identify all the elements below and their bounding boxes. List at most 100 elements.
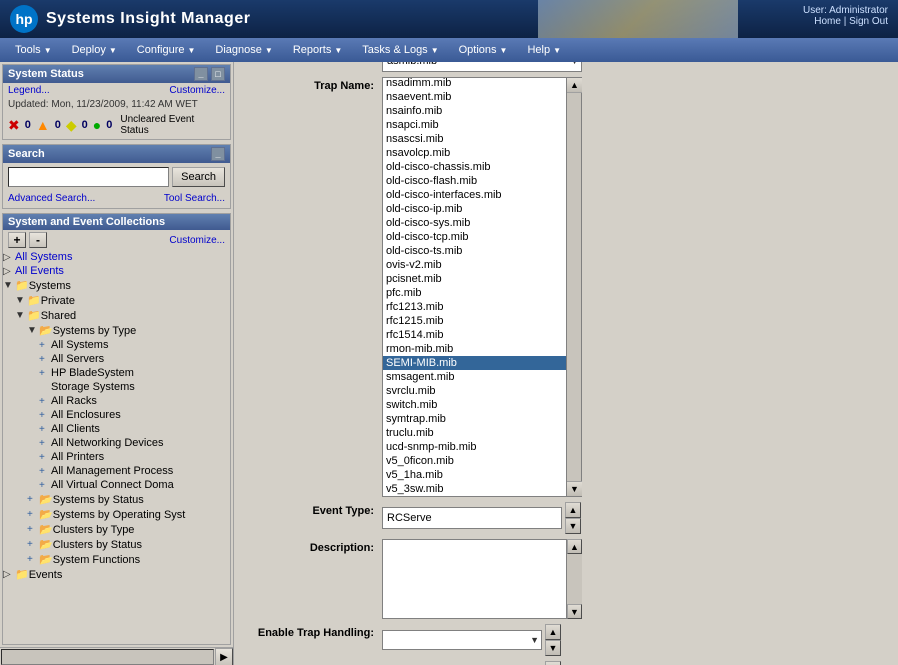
customize-link[interactable]: Customize... [169, 85, 225, 96]
trap-list-item[interactable]: old-cisco-interfaces.mib [383, 188, 566, 202]
tree-item-all-racks[interactable]: + All Racks [39, 394, 230, 408]
trap-scroll-up-btn[interactable]: ▲ [567, 78, 582, 93]
trap-list-item[interactable]: nsavolcp.mib [383, 146, 566, 160]
trap-list-item[interactable]: rfc1215.mib [383, 314, 566, 328]
trap-list-item[interactable]: old-cisco-ts.mib [383, 244, 566, 258]
remove-collection-button[interactable]: - [29, 232, 47, 248]
minimize-icon[interactable]: _ [194, 67, 208, 81]
trap-list-item[interactable]: truclu.mib [383, 426, 566, 440]
system-status-header: System Status _ □ [3, 65, 230, 83]
menu-options[interactable]: Options ▼ [449, 41, 518, 59]
content-area: SNMP Trap Settings Maximize ? View and e… [234, 62, 898, 665]
trap-list-item[interactable]: pfc.mib [383, 286, 566, 300]
tree-item-all-systems-sub[interactable]: + All Systems [39, 338, 230, 352]
menu-diagnose[interactable]: Diagnose ▼ [205, 41, 282, 59]
trap-list-item[interactable]: nsainfo.mib [383, 104, 566, 118]
search-minimize-icon[interactable]: _ [211, 147, 225, 161]
status-updated: Updated: Mon, 11/23/2009, 11:42 AM WET [3, 98, 230, 111]
trap-list-item[interactable]: pcisnet.mib [383, 272, 566, 286]
sign-out-link[interactable]: Sign Out [849, 16, 888, 27]
event-type-scroll-up[interactable]: ▲ [565, 502, 581, 518]
trap-list-item[interactable]: nsascsi.mib [383, 132, 566, 146]
trap-list-item[interactable]: switch.mib [383, 398, 566, 412]
restore-icon[interactable]: □ [211, 67, 225, 81]
tree-item-all-networking[interactable]: + All Networking Devices [39, 436, 230, 450]
tree-scroll-area[interactable]: ▷ All Systems ▷ All Events ▼ 📁 Systems ▼… [3, 250, 230, 644]
tree-item-systems-by-status[interactable]: + 📂 Systems by Status [27, 492, 230, 507]
tree-item-events[interactable]: ▷ 📁 Events [3, 567, 230, 582]
tree-item-all-vc[interactable]: + All Virtual Connect Doma [39, 478, 230, 492]
trap-list-item[interactable]: SEMI-MIB.mib [383, 356, 566, 370]
menu-tools[interactable]: Tools ▼ [5, 41, 62, 59]
enable-trap-scroll-down[interactable]: ▼ [545, 640, 561, 656]
tree-item-all-enclosures[interactable]: + All Enclosures [39, 408, 230, 422]
mib-name-select[interactable]: asmib.mib [382, 62, 582, 72]
trap-list-item[interactable]: nsaevent.mib [383, 90, 566, 104]
all-racks-arrow: + [39, 396, 49, 407]
trap-list-item[interactable]: ucd-snmp-mib.mib [383, 440, 566, 454]
trap-list-item[interactable]: rfc1514.mib [383, 328, 566, 342]
mib-name-select-wrapper: asmib.mib [382, 62, 582, 72]
description-textarea[interactable] [382, 539, 567, 619]
trap-list-item[interactable]: nsadimm.mib [383, 77, 566, 90]
menu-help[interactable]: Help ▼ [517, 41, 571, 59]
tree-item-all-clients[interactable]: + All Clients [39, 422, 230, 436]
tree-item-all-printers[interactable]: + All Printers [39, 450, 230, 464]
menu-configure[interactable]: Configure ▼ [127, 41, 206, 59]
sidebar-hscroll-right-btn[interactable]: ▶ [215, 648, 233, 665]
search-header: Search _ [3, 145, 230, 163]
trap-list-item[interactable]: v5_1ha.mib [383, 468, 566, 482]
search-button[interactable]: Search [172, 167, 225, 187]
event-type-scroll-down[interactable]: ▼ [565, 518, 581, 534]
trap-list-item[interactable]: old-cisco-tcp.mib [383, 230, 566, 244]
desc-scroll-down-btn[interactable]: ▼ [567, 604, 582, 619]
tree-item-all-servers[interactable]: + All Servers [39, 352, 230, 366]
trap-list-item[interactable]: symtrap.mib [383, 412, 566, 426]
tool-search-link[interactable]: Tool Search... [164, 193, 225, 204]
tree-item-storage-systems[interactable]: Storage Systems [39, 380, 230, 394]
collections-header: System and Event Collections [3, 214, 230, 230]
sidebar-hscroll-track[interactable] [1, 649, 214, 665]
tree-item-shared[interactable]: ▼ 📁 Shared [15, 308, 230, 323]
trap-list-item[interactable]: rmon-mib.mib [383, 342, 566, 356]
menu-tasks-logs[interactable]: Tasks & Logs ▼ [352, 41, 448, 59]
add-collection-button[interactable]: + [8, 232, 26, 248]
trap-list-item[interactable]: v5_0ficon.mib [383, 454, 566, 468]
trap-list-item[interactable]: old-cisco-sys.mib [383, 216, 566, 230]
collections-customize-link[interactable]: Customize... [169, 235, 225, 246]
category-scroll-up[interactable]: ▲ [545, 661, 561, 665]
tree-item-systems[interactable]: ▼ 📁 Systems [3, 278, 230, 293]
tree-item-hp-blade[interactable]: + HP BladeSystem [39, 366, 230, 380]
tree-item-all-systems[interactable]: ▷ All Systems [3, 250, 230, 264]
home-link[interactable]: Home [814, 16, 841, 27]
hp-blade-arrow: + [39, 368, 49, 379]
enable-trap-select[interactable] [382, 630, 542, 650]
tree-item-all-events[interactable]: ▷ All Events [3, 264, 230, 278]
trap-list-item[interactable]: v5_3sw.mib [383, 482, 566, 496]
legend-link[interactable]: Legend... [8, 85, 50, 96]
tree-item-clusters-by-status[interactable]: + 📂 Clusters by Status [27, 537, 230, 552]
search-input[interactable] [8, 167, 169, 187]
trap-list-item[interactable]: old-cisco-chassis.mib [383, 160, 566, 174]
event-type-input[interactable] [382, 507, 562, 529]
desc-scroll-up-btn[interactable]: ▲ [567, 539, 582, 554]
tree-item-system-functions[interactable]: + 📂 System Functions [27, 552, 230, 567]
advanced-search-link[interactable]: Advanced Search... [8, 193, 95, 204]
tree-item-clusters-by-type[interactable]: + 📂 Clusters by Type [27, 522, 230, 537]
tree-item-systems-by-os[interactable]: + 📂 Systems by Operating Syst [27, 507, 230, 522]
trap-list-item[interactable]: old-cisco-ip.mib [383, 202, 566, 216]
trap-list-item[interactable]: svrclu.mib [383, 384, 566, 398]
trap-list-item[interactable]: rfc1213.mib [383, 300, 566, 314]
trap-scroll-down-btn[interactable]: ▼ [567, 481, 582, 496]
tree-item-systems-by-type[interactable]: ▼ 📂 Systems by Type [27, 323, 230, 338]
trap-list-item[interactable]: nsapci.mib [383, 118, 566, 132]
trap-name-listbox[interactable]: nsadimm.mibnsaevent.mibnsainfo.mibnsapci… [382, 77, 567, 497]
menu-reports[interactable]: Reports ▼ [283, 41, 352, 59]
enable-trap-scroll-up[interactable]: ▲ [545, 624, 561, 640]
trap-list-item[interactable]: old-cisco-flash.mib [383, 174, 566, 188]
trap-list-item[interactable]: ovis-v2.mib [383, 258, 566, 272]
tree-item-private[interactable]: ▼ 📁 Private [15, 293, 230, 308]
trap-list-item[interactable]: smsagent.mib [383, 370, 566, 384]
menu-deploy[interactable]: Deploy ▼ [62, 41, 127, 59]
tree-item-all-mgmt[interactable]: + All Management Process [39, 464, 230, 478]
